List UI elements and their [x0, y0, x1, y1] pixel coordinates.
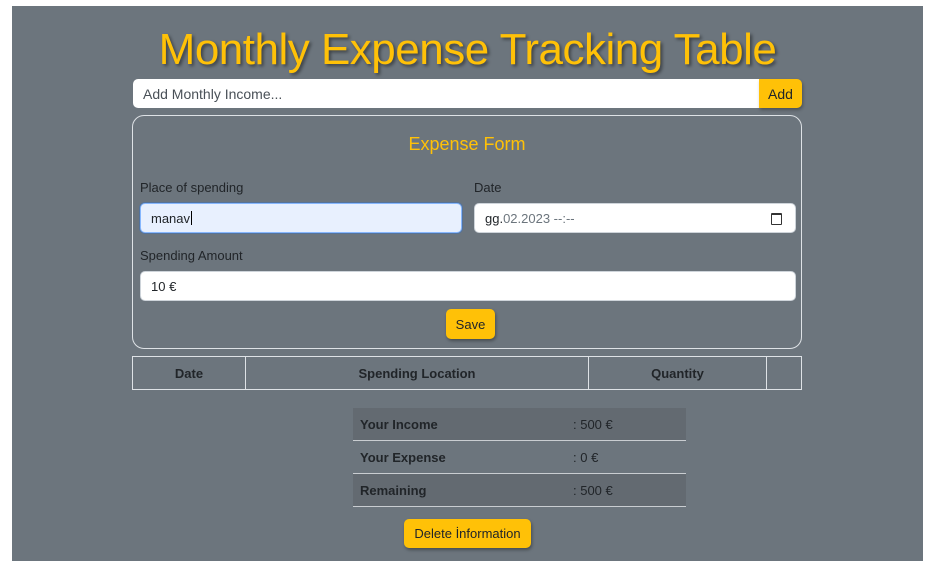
remaining-value: : 500 €	[566, 473, 686, 507]
date-input[interactable]: gg. 02.2023 --:--	[474, 203, 796, 233]
save-button[interactable]: Save	[446, 309, 495, 339]
amount-label: Spending Amount	[140, 248, 243, 263]
summary-row-income: Your Income : 500 €	[353, 408, 686, 441]
date-day-segment: gg.	[485, 210, 504, 226]
monthly-income-input[interactable]	[133, 79, 759, 108]
page-title: Monthly Expense Tracking Table	[158, 25, 777, 74]
header-date: Date	[132, 356, 246, 390]
app-frame: Monthly Expense Tracking Table Add Expen…	[12, 6, 923, 561]
table-header-row: Date Spending Location Quantity	[132, 356, 802, 390]
add-income-button[interactable]: Add	[759, 79, 802, 108]
expense-label: Your Expense	[353, 440, 566, 474]
place-value: manav	[151, 210, 191, 226]
expense-value: : 0 €	[566, 440, 686, 474]
income-label: Your Income	[353, 408, 566, 441]
income-value: : 500 €	[566, 408, 686, 441]
date-label: Date	[474, 180, 502, 195]
remaining-label: Remaining	[353, 473, 566, 507]
spending-amount-input[interactable]: 10 €	[140, 271, 796, 301]
header-quantity: Quantity	[588, 356, 767, 390]
calendar-icon[interactable]	[771, 213, 782, 225]
expense-table: Date Spending Location Quantity	[132, 356, 802, 390]
summary-row-remaining: Remaining : 500 €	[353, 473, 686, 507]
income-bar: Add	[133, 79, 802, 108]
summary-table: Your Income : 500 € Your Expense : 0 € R…	[353, 408, 686, 507]
delete-information-button[interactable]: Delete İnformation	[404, 519, 531, 548]
expense-form-title: Expense Form	[408, 134, 526, 154]
expense-form: Expense Form Place of spending manav Dat…	[132, 115, 802, 349]
header-spending-location: Spending Location	[245, 356, 589, 390]
summary-row-expense: Your Expense : 0 €	[353, 440, 686, 474]
place-of-spending-input[interactable]: manav	[140, 203, 462, 233]
place-label: Place of spending	[140, 180, 244, 195]
date-rest-segment: 02.2023 --:--	[503, 210, 575, 226]
header-actions	[766, 356, 802, 390]
text-caret	[191, 211, 193, 225]
amount-value: 10 €	[151, 278, 177, 294]
